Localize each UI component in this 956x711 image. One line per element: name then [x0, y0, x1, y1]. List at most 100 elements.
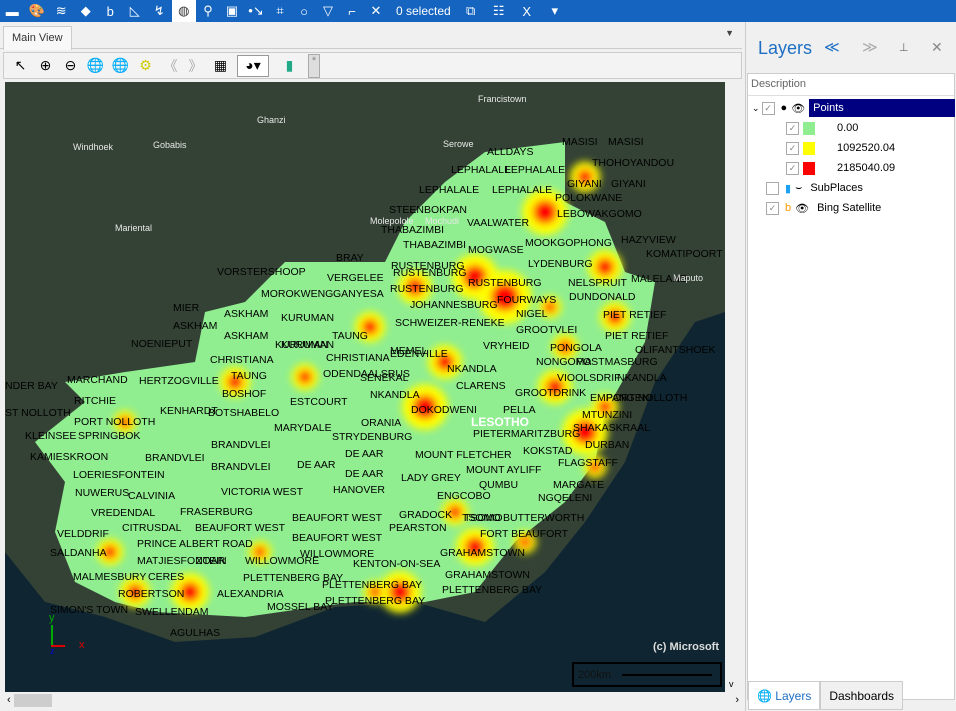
layer-row[interactable]: ✓ b 👁 Bing Satellite [766, 198, 955, 218]
city-label: PRINCE ALBERT ROAD [137, 538, 253, 550]
city-label: JOHANNESBURG [410, 299, 498, 311]
eye-closed-icon[interactable]: ⌣ [795, 182, 802, 195]
vertical-scrollbar[interactable]: v [725, 82, 741, 692]
expand-right-icon[interactable]: ≫ [862, 38, 878, 56]
extra-button[interactable]: * [308, 53, 320, 78]
city-label: MOOKGOPHONG [525, 237, 612, 249]
tab-layers[interactable]: 🌐 Layers [748, 681, 821, 710]
city-label: GIYANI [611, 178, 646, 190]
city-label: VAALWATER [467, 217, 530, 229]
layer-name: Bing Satellite [817, 202, 882, 214]
city-label: DE AAR [345, 448, 384, 460]
back-icon[interactable]: 《 [158, 55, 183, 77]
select-line-icon[interactable]: ⌐ [340, 0, 364, 22]
class-checkbox[interactable]: ✓ [786, 161, 799, 175]
layer-name: SubPlaces [810, 182, 863, 194]
layers-icon[interactable]: ≋ [49, 0, 74, 22]
measure-icon[interactable]: ◺ [123, 0, 148, 22]
city-label: GIYANI [567, 178, 602, 190]
scroll-thumb[interactable] [14, 694, 52, 707]
select-circle-icon[interactable]: ○ [292, 0, 316, 22]
color-palette-icon[interactable]: ◕▾ [237, 54, 269, 77]
city-label: GRAHAMSTOWN [445, 569, 530, 581]
gear-icon[interactable]: ⚙ [133, 55, 158, 77]
table-icon[interactable]: ☷ [485, 0, 513, 22]
city-label: PLETTENBERG BAY [325, 595, 426, 607]
close-icon[interactable]: ✕ [931, 39, 943, 56]
grid-icon[interactable]: ▦ [208, 55, 233, 77]
collapse-left-icon[interactable]: ≪ [824, 38, 840, 56]
more-dropdown-icon[interactable]: ▾ [541, 0, 569, 22]
city-label: RUSTENBURG [393, 267, 467, 279]
city-label: PONGOLA [550, 342, 602, 354]
layer-checkbox[interactable]: ✓ [766, 201, 779, 215]
axis-icon[interactable]: ↯ [147, 0, 172, 22]
maps-icon[interactable]: ◆ [74, 0, 99, 22]
excel-icon[interactable]: X [513, 0, 541, 22]
bing-icon[interactable]: b [98, 0, 123, 22]
city-label: PLETTENBERG BAY [322, 579, 423, 591]
select-point-icon[interactable]: •↘ [244, 0, 268, 22]
layer-row[interactable]: ▮ ⌣ SubPlaces [766, 178, 955, 198]
pin-icon[interactable]: ⊥ [899, 41, 909, 54]
tab-dropdown-icon[interactable]: ▼ [725, 28, 734, 38]
clear-selection-icon[interactable]: ✕ [364, 0, 388, 22]
layer-row[interactable]: ⌄ ✓ ● 👁 Points [752, 98, 955, 118]
layer-tree: Description ⌄ ✓ ● 👁 Points ✓ 0.00 ✓ 1092520.04 ✓ 2… [747, 73, 955, 700]
city-label: MARCHAND [67, 374, 128, 386]
layer-checkbox[interactable] [766, 181, 779, 195]
city-label: MALMESBURY [73, 571, 147, 583]
tab-main-view[interactable]: Main View [3, 26, 72, 50]
city-label: KURUMAN [281, 312, 335, 324]
city-label: NUWERUS [75, 487, 130, 499]
city-label: CALVINIA [128, 490, 176, 502]
city-label: ORANIA [361, 417, 402, 429]
select-rect-icon[interactable]: ⌗ [268, 0, 292, 22]
class-row[interactable]: ✓ 1092520.04 [786, 138, 955, 158]
class-label: 1092520.04 [837, 142, 896, 154]
class-checkbox[interactable]: ✓ [786, 121, 799, 135]
city-label: POLOKWANE [555, 192, 623, 204]
class-row[interactable]: ✓ 0.00 [786, 118, 955, 138]
city-label: MARYDALE [274, 422, 332, 434]
pin-icon[interactable]: ⚲ [196, 0, 220, 22]
city-label: BUTTERWORTH [503, 512, 585, 524]
globe-full-icon[interactable]: 🌐 [83, 55, 108, 77]
city-label: THOHOYANDOU [592, 157, 675, 169]
panel-title: Layers [758, 38, 813, 58]
select-polygon-icon[interactable]: ▽ [316, 0, 340, 22]
class-checkbox[interactable]: ✓ [786, 141, 799, 155]
pointer-icon[interactable]: ↖ [8, 55, 33, 77]
main-toolbar: ▬ 🎨 ≋ ◆ b ◺ ↯ ◍ ⚲ ▣ •↘ ⌗ ○ ▽ ⌐ ✕ 0 selected ⧉ ☷ X ▾ [0, 0, 956, 22]
place-label: LESOTHO [471, 415, 530, 429]
tab-dashboards[interactable]: Dashboards [820, 681, 904, 710]
horizontal-scrollbar[interactable]: ‹ › [5, 692, 741, 709]
forward-icon[interactable]: 》 [183, 55, 208, 77]
city-label: TAUNG [332, 330, 368, 342]
city-label: SHAKASKRAAL [573, 422, 651, 434]
city-label: MOUNT AYLIFF [466, 464, 542, 476]
city-label: BRANDVLEI [211, 439, 271, 451]
export-selection-icon[interactable]: ⧉ [457, 0, 485, 22]
axis-z-label: z [50, 646, 55, 656]
city-label: ENGCOBO [437, 490, 491, 502]
heat-spot-high [533, 200, 557, 224]
eye-icon[interactable]: 👁 [791, 102, 805, 115]
class-row[interactable]: ✓ 2185040.09 [786, 158, 955, 178]
eye-icon[interactable]: 👁 [795, 202, 809, 215]
globe-icon[interactable]: ◍ [171, 0, 196, 22]
palette-icon[interactable]: 🎨 [25, 0, 50, 22]
city-label: KLEINSEE [25, 430, 77, 442]
city-label: LEPHALALE [451, 164, 512, 176]
city-label: BEAUFORT WEST [292, 512, 383, 524]
city-label: DE AAR [297, 459, 336, 471]
globe-extent-icon[interactable]: 🌐 [108, 55, 133, 77]
zoom-out-icon[interactable]: ⊖ [58, 55, 83, 77]
map-view[interactable]: MASISI MASISI ALLDAYS THOHOYANDOU LEPHALALE L… [5, 82, 725, 692]
layer-checkbox[interactable]: ✓ [761, 101, 775, 115]
folder-icon[interactable]: ▬ [0, 0, 25, 22]
bookmark-icon[interactable]: ▮ [277, 55, 302, 77]
frame-icon[interactable]: ▣ [220, 0, 244, 22]
city-label: VICTORIA WEST [221, 486, 304, 498]
zoom-in-icon[interactable]: ⊕ [33, 55, 58, 77]
